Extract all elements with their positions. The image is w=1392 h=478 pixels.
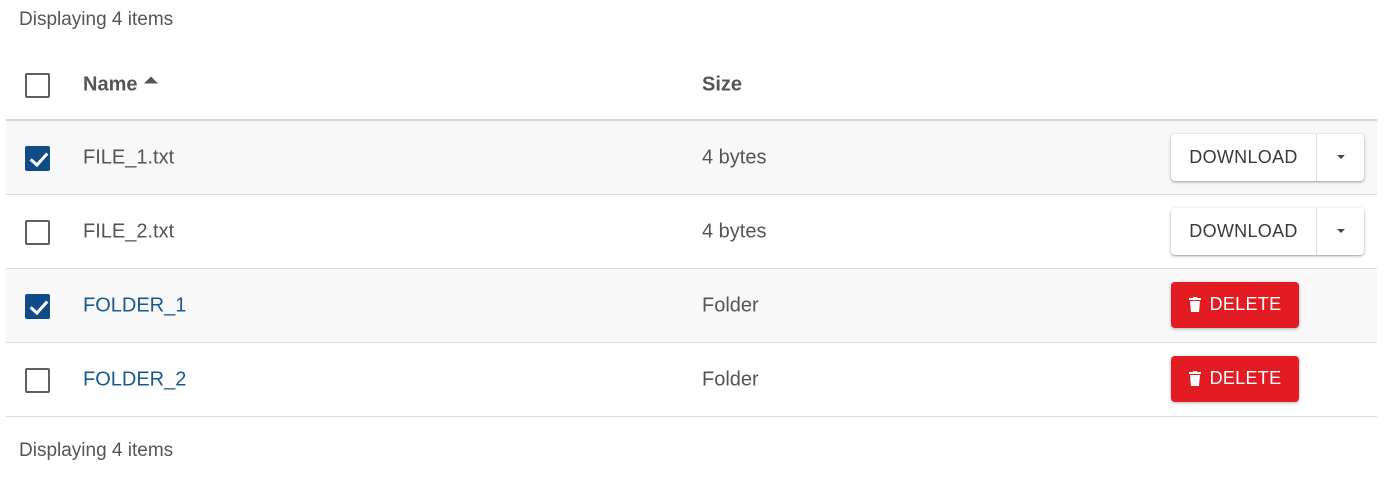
row-checkbox[interactable]	[25, 293, 50, 319]
download-options-toggle[interactable]	[1317, 208, 1364, 255]
sort-ascending-icon	[144, 76, 159, 84]
trash-icon	[1188, 297, 1201, 312]
folder-link[interactable]: FOLDER_2	[83, 368, 186, 391]
file-name[interactable]: FILE_1.txt	[83, 146, 174, 169]
folder-size: Folder	[702, 368, 759, 390]
table-row: FILE_2.txt 4 bytes DOWNLOAD	[6, 195, 1377, 269]
folder-size: Folder	[702, 294, 759, 316]
trash-icon	[1188, 371, 1201, 386]
item-count-top: Displaying 4 items	[19, 9, 174, 30]
table-row: FOLDER_2 Folder DELETE	[6, 343, 1377, 417]
table-header: Name Size	[6, 50, 1377, 121]
file-size: 4 bytes	[702, 220, 767, 242]
delete-button[interactable]: DELETE	[1171, 281, 1299, 328]
row-checkbox[interactable]	[25, 219, 50, 245]
row-checkbox[interactable]	[25, 145, 50, 171]
row-checkbox[interactable]	[25, 367, 50, 393]
download-split-button: DOWNLOAD	[1171, 133, 1364, 181]
folder-link[interactable]: FOLDER_1	[83, 294, 186, 317]
table-row: FILE_1.txt 4 bytes DOWNLOAD	[6, 121, 1377, 195]
table-row: FOLDER_1 Folder DELETE	[6, 269, 1377, 343]
delete-button-label: DELETE	[1209, 368, 1282, 388]
download-split-button: DOWNLOAD	[1171, 207, 1364, 255]
select-all-checkbox[interactable]	[25, 72, 50, 98]
file-name[interactable]: FILE_2.txt	[83, 220, 174, 243]
item-count-bottom: Displaying 4 items	[19, 440, 174, 461]
caret-down-icon	[1336, 155, 1345, 159]
file-size: 4 bytes	[702, 146, 767, 168]
caret-down-icon	[1336, 229, 1345, 233]
download-button[interactable]: DOWNLOAD	[1171, 207, 1317, 255]
download-button[interactable]: DOWNLOAD	[1171, 133, 1317, 181]
file-browser: Displaying 4 items Name Size FILE_1.txt …	[0, 0, 1392, 478]
delete-button[interactable]: DELETE	[1171, 355, 1299, 402]
name-header-label: Name	[83, 73, 138, 95]
download-options-toggle[interactable]	[1317, 134, 1364, 181]
file-table: Name Size FILE_1.txt 4 bytes DOWNLOAD FI…	[6, 50, 1377, 417]
delete-button-label: DELETE	[1209, 294, 1282, 314]
size-column-header: Size	[702, 73, 743, 95]
name-column-header[interactable]: Name	[83, 73, 159, 96]
